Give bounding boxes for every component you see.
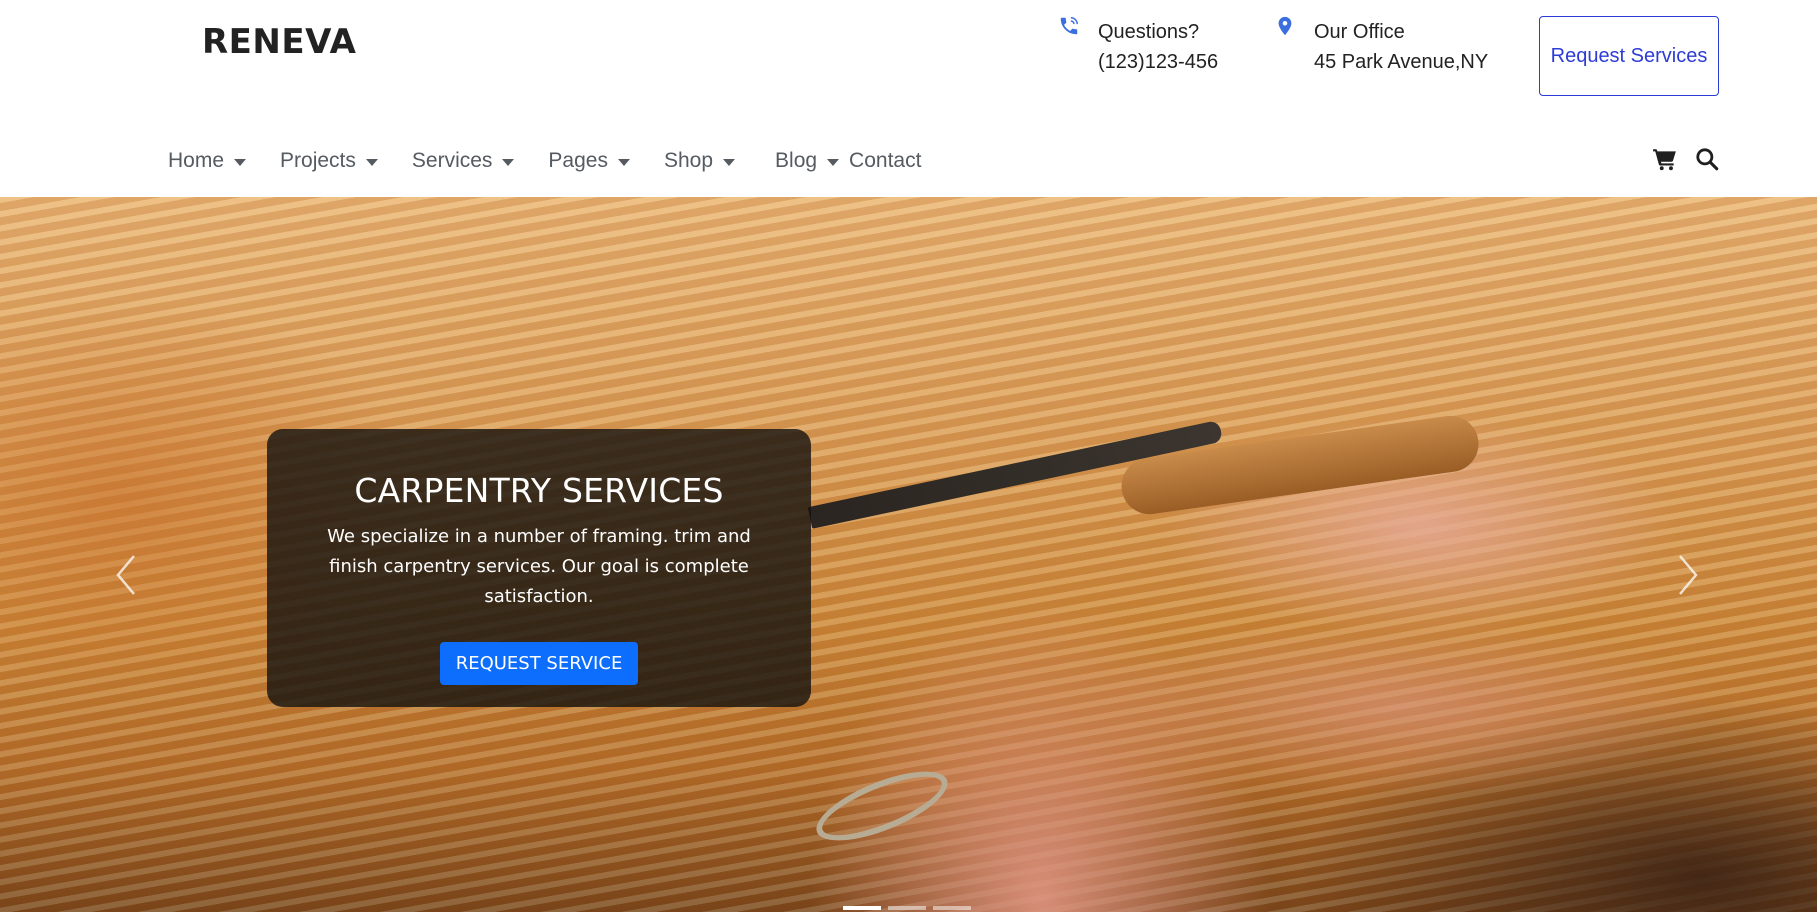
contact-phone: Questions? (123)123-456 [1058,17,1218,77]
contact-office: Our Office 45 Park Avenue,NY [1274,15,1489,77]
office-label: Our Office [1314,21,1405,43]
caret-down-icon [723,158,736,166]
nav-item-blog[interactable]: Blog [775,149,840,173]
main-nav: Home Projects Services Pages Shop Blog C… [168,146,921,176]
nav-item-label: Projects [280,149,356,172]
cart-icon[interactable] [1652,146,1678,172]
hero-image-ring [808,757,956,855]
hero-description: We specialize in a number of framing. tr… [327,526,751,607]
hero-image-carving-tool-handle [1117,412,1483,518]
caret-down-icon [617,158,630,166]
hero-carousel: CARPENTRY SERVICES We specialize in a nu… [0,197,1817,912]
caret-down-icon [502,158,515,166]
chevron-right-icon[interactable] [1672,552,1702,598]
nav-item-pages[interactable]: Pages [548,149,630,173]
nav-item-shop[interactable]: Shop [663,149,736,173]
chevron-left-icon[interactable] [112,552,142,598]
caret-down-icon [234,158,247,166]
search-icon[interactable] [1694,146,1720,172]
carousel-indicator[interactable] [843,906,881,910]
nav-item-home[interactable]: Home [168,149,247,173]
office-address: 45 Park Avenue,NY [1314,51,1489,73]
phone-label: Questions? [1098,21,1200,43]
request-services-button[interactable]: Request Services [1539,16,1719,96]
nav-item-label: Pages [548,149,608,172]
nav-item-services[interactable]: Services [412,149,515,173]
carousel-indicator[interactable] [933,906,971,910]
hero-caption: CARPENTRY SERVICES We specialize in a nu… [267,429,811,707]
phone-number[interactable]: (123)123-456 [1098,47,1218,77]
nav-item-label: Services [411,149,493,172]
nav-item-projects[interactable]: Projects [280,149,378,173]
nav-item-contact[interactable]: Contact [849,149,921,173]
carousel-indicator[interactable] [888,906,926,910]
map-pin-icon [1274,15,1296,37]
brand-logo[interactable]: RENEVA [202,22,356,62]
nav-item-label: Shop [663,149,714,172]
phone-icon [1058,15,1080,37]
nav-item-label: Home [168,149,225,172]
caret-down-icon [365,158,378,166]
nav-item-label: Contact [849,149,922,172]
carousel-indicators [843,906,978,910]
nav-item-label: Blog [775,149,818,172]
hero-title: CARPENTRY SERVICES [354,471,724,510]
request-service-button[interactable]: REQUEST SERVICE [439,642,639,685]
caret-down-icon [827,158,840,166]
